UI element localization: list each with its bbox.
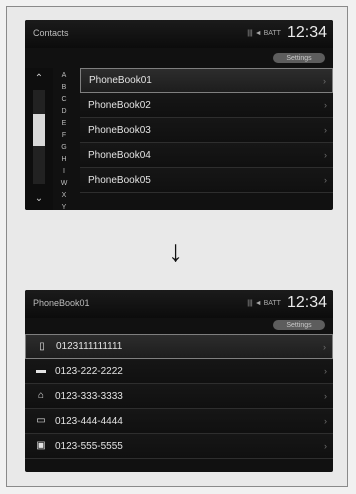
settings-button[interactable]: Settings bbox=[273, 53, 325, 63]
chevron-right-icon: › bbox=[324, 441, 327, 451]
mobile-phone-icon: ▯ bbox=[39, 341, 45, 352]
status-indicators: ||| ◄ BATT bbox=[247, 29, 281, 37]
clock: 12:34 bbox=[286, 294, 327, 311]
contact-row[interactable]: PhoneBook01 › bbox=[80, 68, 333, 93]
chevron-right-icon: › bbox=[324, 366, 327, 376]
number-list: ▯ 0123111111111 › ▬ 0123-222-2222 › ⌂ 0123-333-… bbox=[25, 334, 333, 459]
screen-title: Contacts bbox=[33, 28, 69, 38]
index-letter[interactable]: B bbox=[55, 82, 73, 94]
index-letter[interactable]: W bbox=[55, 178, 73, 190]
other-phone-icon: ▣ bbox=[36, 440, 46, 451]
index-letter[interactable]: X bbox=[55, 190, 73, 202]
scroll-up-icon[interactable]: ⌃ bbox=[33, 74, 45, 84]
phone-number-row[interactable]: ▬ 0123-222-2222 › bbox=[25, 359, 333, 384]
scroll-track[interactable] bbox=[33, 90, 45, 184]
chevron-right-icon: › bbox=[324, 391, 327, 401]
screen-title: PhoneBook01 bbox=[33, 298, 90, 308]
index-letter[interactable]: G bbox=[55, 142, 73, 154]
contacts-list: PhoneBook01 › PhoneBook02 › PhoneBook03 › Phon… bbox=[80, 68, 333, 193]
contact-name: PhoneBook01 bbox=[89, 75, 152, 86]
phone-number: 0123-222-2222 bbox=[55, 365, 123, 377]
phone-number: 0123-333-3333 bbox=[55, 390, 123, 402]
phone-number-row[interactable]: ▭ 0123-444-4444 › bbox=[25, 409, 333, 434]
settings-button[interactable]: Settings bbox=[273, 320, 325, 330]
scroll-thumb[interactable] bbox=[33, 113, 45, 147]
index-letter[interactable]: H bbox=[55, 154, 73, 166]
home-icon: ⌂ bbox=[37, 390, 45, 401]
status-indicators: ||| ◄ BATT bbox=[247, 299, 281, 307]
top-bar: PhoneBook01 ||| ◄ BATT 12:34 bbox=[25, 290, 333, 318]
scroll-down-icon[interactable]: ⌄ bbox=[33, 194, 45, 204]
contact-name: PhoneBook05 bbox=[88, 174, 151, 186]
chevron-right-icon: › bbox=[324, 125, 327, 135]
contact-name: PhoneBook03 bbox=[88, 124, 151, 136]
contact-row[interactable]: PhoneBook04 › bbox=[80, 143, 333, 168]
contacts-screen: Contacts ||| ◄ BATT 12:34 Settings ⌃ ⌄ A… bbox=[25, 20, 333, 210]
contact-name: PhoneBook02 bbox=[88, 99, 151, 111]
phone-number-row[interactable]: ▯ 0123111111111 › bbox=[25, 334, 333, 359]
index-letter[interactable]: Y bbox=[55, 202, 73, 210]
chevron-right-icon: › bbox=[324, 150, 327, 160]
top-bar: Contacts ||| ◄ BATT 12:34 bbox=[25, 20, 333, 48]
down-arrow-icon: ↓ bbox=[168, 235, 183, 268]
chevron-right-icon: › bbox=[324, 175, 327, 185]
phone-number-row[interactable]: ⌂ 0123-333-3333 › bbox=[25, 384, 333, 409]
contact-row[interactable]: PhoneBook05 › bbox=[80, 168, 333, 193]
chevron-right-icon: › bbox=[323, 76, 326, 86]
phone-number: 0123111111111 bbox=[56, 341, 123, 352]
status-area: ||| ◄ BATT 12:34 bbox=[247, 24, 327, 42]
phone-number: 0123-444-4444 bbox=[55, 415, 123, 427]
phone-number: 0123-555-5555 bbox=[55, 440, 123, 452]
index-letter[interactable]: E bbox=[55, 118, 73, 130]
index-letter[interactable]: A bbox=[55, 70, 73, 82]
index-letter[interactable]: I bbox=[55, 166, 73, 178]
phonebook-detail-screen: PhoneBook01 ||| ◄ BATT 12:34 Settings ▯ 0… bbox=[25, 290, 333, 472]
chevron-right-icon: › bbox=[323, 342, 326, 352]
work-phone-icon: ▬ bbox=[36, 365, 46, 376]
chevron-right-icon: › bbox=[324, 100, 327, 110]
index-letter[interactable]: C bbox=[55, 94, 73, 106]
contact-name: PhoneBook04 bbox=[88, 149, 151, 161]
clock: 12:34 bbox=[286, 24, 327, 41]
chevron-right-icon: › bbox=[324, 416, 327, 426]
fax-icon: ▭ bbox=[36, 415, 46, 426]
status-area: ||| ◄ BATT 12:34 bbox=[247, 294, 327, 312]
scroll-rail[interactable]: ⌃ ⌄ bbox=[25, 68, 53, 210]
index-letter[interactable]: D bbox=[55, 106, 73, 118]
alphabet-index[interactable]: ABCDEFGHIWXY bbox=[55, 70, 73, 210]
phone-number-row[interactable]: ▣ 0123-555-5555 › bbox=[25, 434, 333, 459]
contact-row[interactable]: PhoneBook02 › bbox=[80, 93, 333, 118]
contact-row[interactable]: PhoneBook03 › bbox=[80, 118, 333, 143]
index-letter[interactable]: F bbox=[55, 130, 73, 142]
